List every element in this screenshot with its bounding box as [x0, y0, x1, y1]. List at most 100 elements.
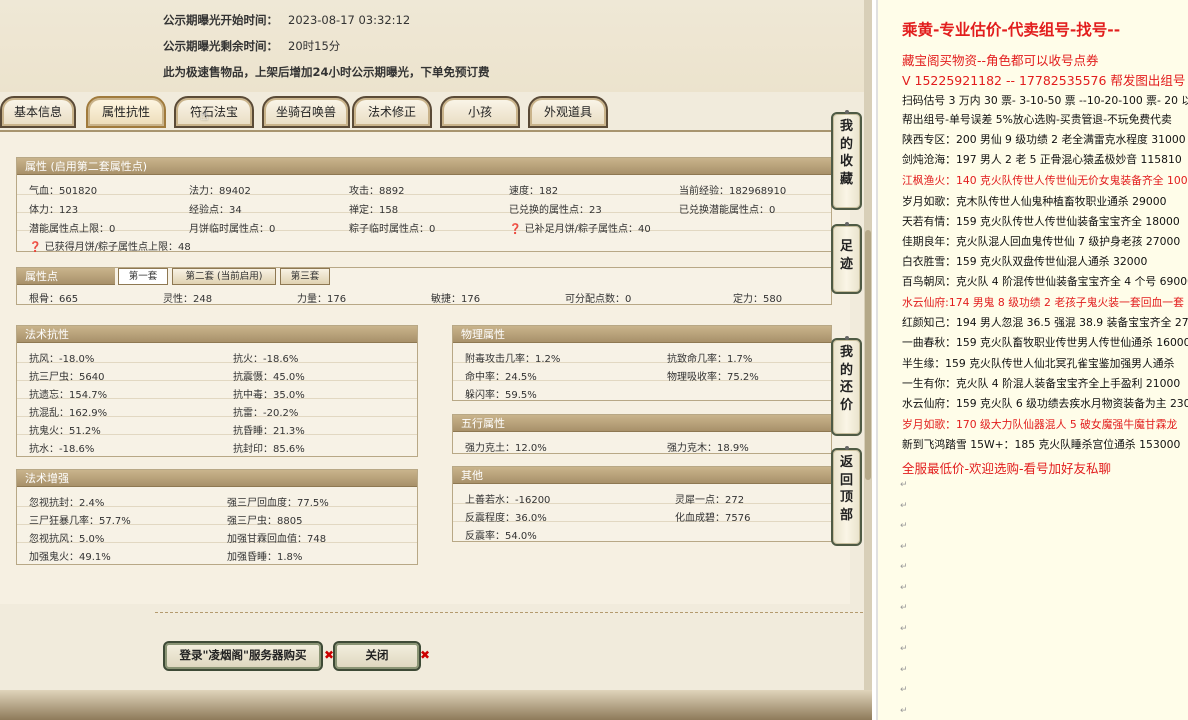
help-icon[interactable]: ❓ [29, 242, 41, 253]
notes-line: 天若有情：159 克火队传世人传世仙装备宝宝齐全 18000 [902, 215, 1180, 228]
close-button[interactable]: 关闭 [333, 641, 421, 671]
game-window: 公示期曝光开始时间： 2023-08-17 03:32:12 公示期曝光剩余时间：… [0, 0, 872, 720]
other-counter-degree: 反震程度：36.0% [465, 513, 547, 524]
tab-child[interactable]: 小孩 [440, 96, 520, 128]
other-water-virtue: 上善若水：-16200 [465, 495, 551, 506]
element-vs-wood: 强力克木：18.9% [667, 443, 749, 454]
boost-rain-heal: 加强甘霖回血值：748 [227, 534, 327, 545]
boost-ignore-wind: 忽视抗风：5.0% [29, 534, 105, 545]
attr-exp: 当前经验：182968910 [679, 186, 787, 197]
attr-exchanged-points: 已兑换的属性点：23 [509, 205, 602, 216]
other-counter-rate: 反震率：54.0% [465, 531, 537, 542]
subtab-set-1[interactable]: 第一套 [118, 268, 168, 285]
my-favorites-button[interactable]: 我的收藏 [831, 110, 862, 210]
tab-mount-summon[interactable]: 坐骑召唤兽 [262, 96, 350, 128]
resist-corpse-worm: 抗三尸虫：5640 [29, 372, 105, 383]
attr-panel-title: 属性 (启用第二套属性点) [17, 158, 831, 175]
notes-line: 白衣胜雪：159 克火队双盘传世仙混人通杀 32000 [902, 255, 1148, 268]
subtab-set-3[interactable]: 第三套 [280, 268, 330, 285]
exposure-start-row: 公示期曝光开始时间： 2023-08-17 03:32:12 [163, 12, 410, 28]
mouse-cursor-icon: ☝ [200, 108, 209, 124]
physical-panel: 物理属性 附毒攻击几率：1.2% 命中率：24.5% 躲闪率：59.5% 抗致命… [452, 325, 832, 401]
paragraph-mark-icon: ↵ [900, 541, 908, 552]
notes-document: 乘黄-专业估价-代卖组号-找号-- 藏宝阁买物资--角色都可以收号点券 V 152… [872, 0, 1188, 720]
notes-line: 岁月如歌：克木队传世人仙鬼种植畜牧职业通杀 29000 [902, 195, 1167, 208]
resist-seal: 抗封印：85.6% [233, 444, 305, 455]
boost-ghostfire: 加强鬼火：49.1% [29, 552, 111, 563]
phys-hit-rate: 命中率：24.5% [465, 372, 537, 383]
paragraph-mark-icon: ↵ [900, 500, 908, 511]
attr-mooncake-temp: 月饼临时属性点：0 [189, 224, 276, 235]
paragraph-mark-icon: ↵ [900, 603, 908, 613]
other-panel-title: 其他 [453, 467, 831, 484]
element-panel-title: 五行属性 [453, 415, 831, 432]
points-strength: 力量：176 [297, 294, 347, 305]
help-icon[interactable]: ❓ [509, 224, 521, 235]
paragraph-mark-icon: ↵ [900, 685, 908, 695]
resist-chaos: 抗混乱：162.9% [29, 408, 108, 419]
boost-panel: 法术增强 忽视抗封：2.4% 三尸狂暴几率：57.7% 忽视抗风：5.0% 加强… [16, 469, 418, 565]
paragraph-mark-icon: ↵ [900, 705, 908, 716]
points-panel-title: 属性点 [17, 268, 115, 285]
notes-line: 剑炖沧海：197 男人 2 老 5 正骨混心猿孟极妙音 115810 [902, 153, 1182, 166]
notes-line: 岁月如歌：170 级大力队仙器混人 5 破女魔强牛魔甘霖龙 [902, 418, 1178, 431]
physical-panel-title: 物理属性 [453, 326, 831, 343]
paragraph-mark-icon: ↵ [900, 644, 908, 654]
attr-speed: 速度：182 [509, 186, 559, 197]
exposure-remain-row: 公示期曝光剩余时间： 20时15分 [163, 38, 340, 54]
other-insight: 灵犀一点：272 [675, 495, 745, 506]
scrollbar-thumb[interactable] [865, 230, 871, 480]
points-agility: 敏捷：176 [431, 294, 481, 305]
exposure-remain-label: 公示期曝光剩余时间： [163, 39, 278, 53]
attr-panel: 属性 (启用第二套属性点) 气血：501820 法力：89402 攻击：8892… [16, 157, 832, 253]
boost-corpse-worm: 强三尸虫：8805 [227, 516, 303, 527]
my-counter-offer-button[interactable]: 我的还价 [831, 336, 862, 436]
points-unallocated: 可分配点数：0 [565, 294, 632, 305]
resist-poison: 抗中毒：35.0% [233, 390, 305, 401]
resist-ghostfire: 抗鬼火：51.2% [29, 426, 101, 437]
notes-line: 藏宝阁买物资--角色都可以收号点券 [902, 53, 1099, 68]
notes-line: 百鸟朝凤：克火队 4 阶混传世仙装备宝宝齐全 4 个号 69000 [902, 275, 1188, 288]
resist-wind: 抗风：-18.0% [29, 354, 95, 365]
other-blood-jade: 化血成碧：7576 [675, 513, 751, 524]
boost-corpse-heal: 强三尸回血度：77.5% [227, 498, 329, 509]
other-panel: 其他 上善若水：-16200 反震程度：36.0% 反震率：54.0% 灵犀一点… [452, 466, 832, 542]
notes-line: 水云仙府：159 克火队 6 级功绩去疾水月物资装备为主 23000 [902, 397, 1188, 410]
close-mark-icon-2: ✖ [420, 648, 431, 662]
tab-runes-treasure[interactable]: 符石法宝 [174, 96, 254, 128]
phys-dodge: 躲闪率：59.5% [465, 390, 537, 401]
tab-appearance-items[interactable]: 外观道具 [528, 96, 608, 128]
notes-title: 乘黄-专业估价-代卖组号-找号-- [902, 21, 1121, 39]
attr-filled-points: ❓ 已补足月饼/粽子属性点：40 [509, 224, 651, 235]
element-vs-earth: 强力克土：12.0% [465, 443, 547, 454]
scrollbar[interactable] [864, 0, 872, 720]
notes-line: 全服最低价-欢迎选购-看号加好友私聊 [902, 461, 1112, 476]
subtab-set-2[interactable]: 第二套 (当前启用) [172, 268, 276, 285]
tab-spell-correction[interactable]: 法术修正 [352, 96, 432, 128]
tab-attr-resist[interactable]: 属性抗性 [86, 96, 166, 128]
attr-potential-cap: 潜能属性点上限：0 [29, 224, 116, 235]
login-purchase-button[interactable]: 登录"凌烟阁"服务器购买 [163, 641, 323, 671]
notes-line: 佳期良年：克火队混人回血鬼传世仙 7 级护身老孩 27000 [902, 235, 1181, 248]
resist-fire: 抗火：-18.6% [233, 354, 299, 365]
attr-exchanged-potential: 已兑换潜能属性点：0 [679, 205, 776, 216]
paragraph-mark-icon: ↵ [900, 623, 908, 634]
notes-line: 新到飞鸿踏雪 15W+：185 克火队睡杀宫位通杀 153000 [902, 438, 1181, 451]
attr-stamina: 体力：123 [29, 205, 79, 216]
attr-attack: 攻击：8892 [349, 186, 405, 197]
tab-basic-info[interactable]: 基本信息 [0, 96, 76, 128]
resist-water: 抗水：-18.6% [29, 444, 95, 455]
boost-corpse-crit: 三尸狂暴几率：57.7% [29, 516, 131, 527]
boost-sleep: 加强昏睡：1.8% [227, 552, 303, 563]
paragraph-mark-icon: ↵ [900, 664, 908, 675]
exposure-start-label: 公示期曝光开始时间： [163, 13, 278, 27]
back-to-top-button[interactable]: 返回顶部 [831, 446, 862, 546]
resist-shock: 抗震慑：45.0% [233, 372, 305, 383]
notes-line: 陕西专区：200 男仙 9 级功绩 2 老全满雷克水程度 31000 [902, 133, 1186, 146]
footprint-button[interactable]: 足迹 [831, 222, 862, 294]
boost-ignore-seal: 忽视抗封：2.4% [29, 498, 105, 509]
element-panel: 五行属性 强力克土：12.0% 强力克木：18.9% [452, 414, 832, 454]
bottom-divider [155, 612, 863, 613]
notes-line: 一生有你：克火队 4 阶混人装备宝宝齐全上手盈利 21000 [902, 377, 1181, 390]
notes-line: 江枫渔火：140 克火队传世人传世仙无价女鬼装备齐全 10000 [902, 174, 1188, 187]
